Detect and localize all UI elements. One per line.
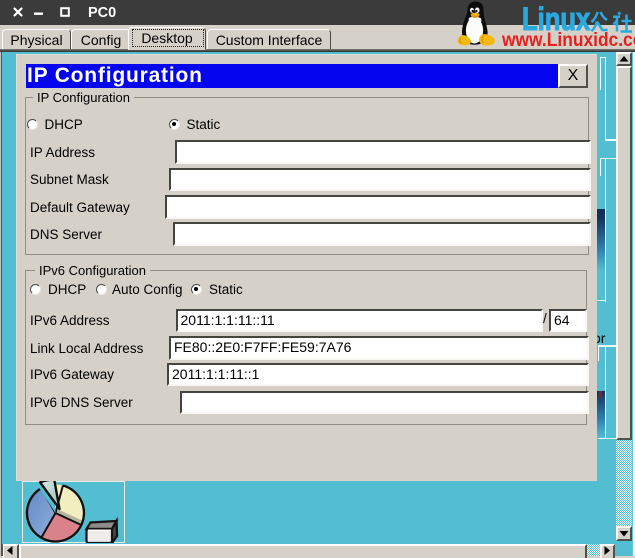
svg-text:PC0: PC0 <box>88 5 116 21</box>
